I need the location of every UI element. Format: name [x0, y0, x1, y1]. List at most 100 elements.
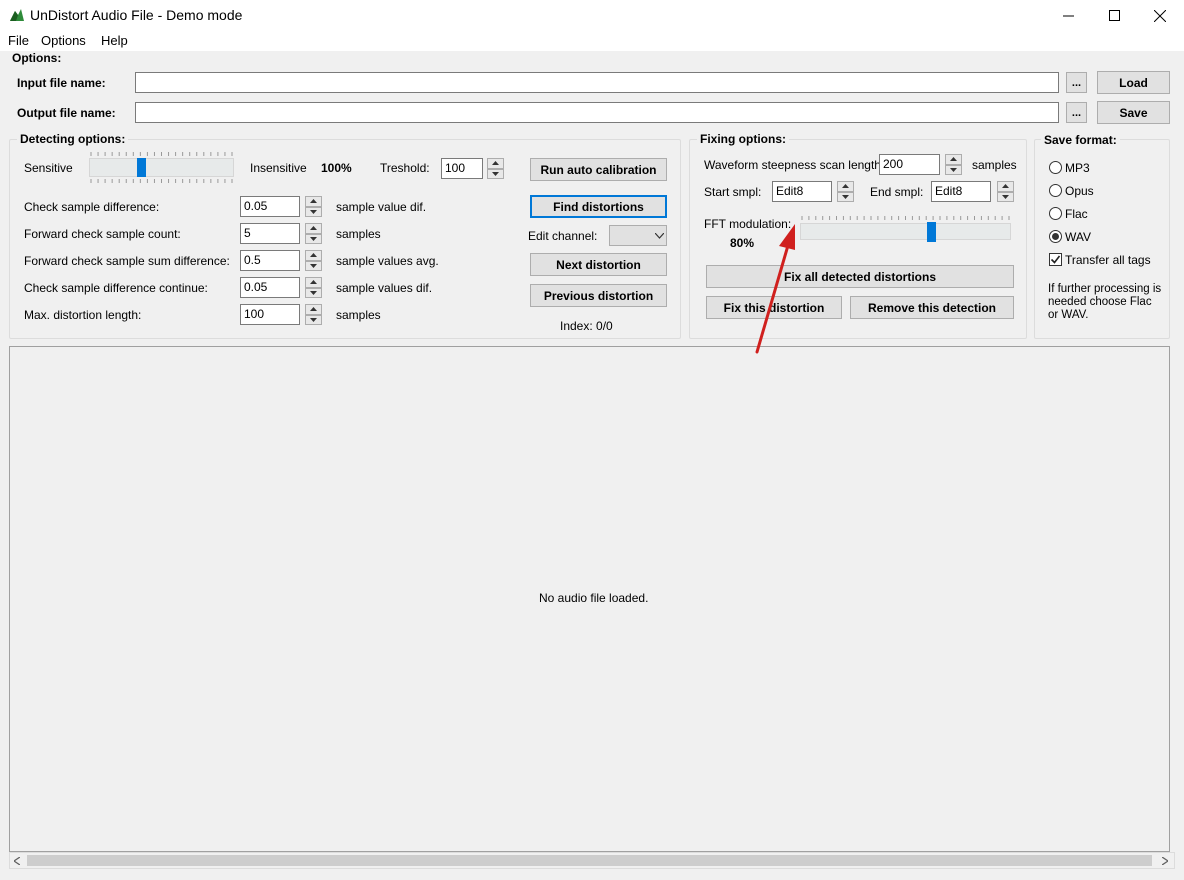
index-label: Index: 0/0	[560, 319, 613, 333]
format-radio-opus[interactable]	[1049, 184, 1062, 197]
edit-channel-select[interactable]	[609, 225, 667, 246]
save-format-note: If further processing is needed choose F…	[1048, 283, 1162, 321]
waveform-input[interactable]: 200	[879, 154, 940, 175]
start-smpl-input[interactable]: Edit8	[772, 181, 832, 202]
minimize-button[interactable]	[1045, 0, 1091, 31]
treshold-spinner[interactable]	[487, 158, 504, 179]
maximize-icon	[1108, 10, 1120, 21]
minimize-icon	[1062, 15, 1074, 17]
sensitive-label: Sensitive	[24, 161, 73, 175]
detect-row-unit: sample value dif.	[336, 200, 427, 214]
spin-up-icon[interactable]	[997, 181, 1014, 192]
format-radio-wav[interactable]	[1049, 230, 1062, 243]
find-distortions-button[interactable]: Find distortions	[530, 195, 667, 218]
sensitivity-thumb[interactable]	[136, 158, 146, 177]
spin-up-icon[interactable]	[945, 154, 962, 165]
input-browse-button[interactable]: ...	[1066, 72, 1087, 93]
save-format-label: Save format:	[1041, 133, 1120, 147]
detect-row-spinner[interactable]	[305, 304, 322, 325]
menu-help[interactable]: Help	[101, 33, 128, 48]
detect-row-label: Check sample difference:	[24, 200, 160, 214]
spin-down-icon[interactable]	[487, 168, 504, 179]
detect-row-spinner[interactable]	[305, 196, 322, 217]
output-file-label: Output file name:	[17, 106, 116, 120]
detect-row-input[interactable]: 0.5	[240, 250, 300, 271]
spin-down-icon[interactable]	[997, 191, 1014, 202]
remove-this-detection-button[interactable]: Remove this detection	[850, 296, 1014, 319]
detect-row-input[interactable]: 0.05	[240, 277, 300, 298]
no-audio-message: No audio file loaded.	[539, 591, 649, 605]
fft-modulation-slider[interactable]	[800, 216, 1011, 248]
options-group-label: Options:	[12, 51, 62, 65]
edit-channel-label: Edit channel:	[528, 229, 598, 243]
sensitivity-slider[interactable]	[89, 152, 234, 184]
spin-up-icon[interactable]	[305, 277, 322, 288]
detect-row-input[interactable]: 100	[240, 304, 300, 325]
format-radio-flac[interactable]	[1049, 207, 1062, 220]
spin-down-icon[interactable]	[305, 287, 322, 298]
detect-row-label: Max. distortion length:	[24, 308, 142, 322]
treshold-input[interactable]: 100	[441, 158, 483, 179]
spin-up-icon[interactable]	[305, 223, 322, 234]
scroll-thumb[interactable]	[27, 855, 1152, 866]
input-file-label: Input file name:	[17, 76, 106, 90]
detect-row-unit: samples	[336, 227, 381, 241]
format-label-mp3: MP3	[1065, 161, 1090, 175]
detect-row-spinner[interactable]	[305, 223, 322, 244]
format-label-opus: Opus	[1065, 184, 1094, 198]
detect-row-spinner[interactable]	[305, 277, 322, 298]
load-button[interactable]: Load	[1097, 71, 1170, 94]
detect-row-input[interactable]: 0.05	[240, 196, 300, 217]
menu-file[interactable]: File	[8, 33, 29, 48]
close-button[interactable]	[1137, 0, 1183, 31]
transfer-tags-label: Transfer all tags	[1065, 253, 1151, 267]
detect-row-spinner[interactable]	[305, 250, 322, 271]
format-label-flac: Flac	[1065, 207, 1088, 221]
window-title: UnDistort Audio File - Demo mode	[30, 7, 243, 23]
output-browse-button[interactable]: ...	[1066, 102, 1087, 123]
output-file-field[interactable]	[135, 102, 1059, 123]
previous-distortion-button[interactable]: Previous distortion	[530, 284, 667, 307]
run-auto-calibration-button[interactable]: Run auto calibration	[530, 158, 667, 181]
spin-up-icon[interactable]	[305, 250, 322, 261]
transfer-tags-checkbox[interactable]	[1049, 253, 1062, 266]
fixing-options-label: Fixing options:	[697, 132, 789, 146]
next-distortion-button[interactable]: Next distortion	[530, 253, 667, 276]
spin-up-icon[interactable]	[837, 181, 854, 192]
fft-thumb[interactable]	[927, 222, 937, 242]
maximize-button[interactable]	[1091, 0, 1137, 31]
end-smpl-spinner[interactable]	[997, 181, 1014, 202]
menu-bar	[0, 31, 1184, 51]
waveform-label: Waveform steepness scan length:	[704, 158, 885, 172]
format-radio-mp3[interactable]	[1049, 161, 1062, 174]
spin-up-icon[interactable]	[487, 158, 504, 169]
insensitive-label: Insensitive	[250, 161, 307, 175]
detect-row-unit: samples	[336, 308, 381, 322]
end-smpl-label: End smpl:	[870, 185, 924, 199]
waveform-spinner[interactable]	[945, 154, 962, 175]
detect-row-label: Forward check sample sum difference:	[24, 254, 230, 268]
scroll-left-icon[interactable]	[14, 857, 20, 865]
scroll-right-icon[interactable]	[1162, 857, 1168, 865]
chevron-down-icon	[655, 233, 664, 239]
sensitivity-ticks-top	[90, 152, 233, 156]
save-button[interactable]: Save	[1097, 101, 1170, 124]
sensitivity-value: 100%	[321, 161, 352, 175]
input-file-field[interactable]	[135, 72, 1059, 93]
spin-up-icon[interactable]	[305, 304, 322, 315]
start-smpl-spinner[interactable]	[837, 181, 854, 202]
spin-down-icon[interactable]	[305, 206, 322, 217]
detect-row-unit: sample values avg.	[336, 254, 439, 268]
spin-down-icon[interactable]	[305, 314, 322, 325]
spin-down-icon[interactable]	[837, 191, 854, 202]
horizontal-scrollbar[interactable]	[9, 852, 1175, 869]
end-smpl-input[interactable]: Edit8	[931, 181, 991, 202]
spin-down-icon[interactable]	[945, 164, 962, 175]
fft-ticks	[801, 216, 1010, 220]
menu-options[interactable]: Options	[41, 33, 86, 48]
spin-down-icon[interactable]	[305, 233, 322, 244]
sensitivity-ticks-bottom	[90, 179, 233, 183]
detect-row-input[interactable]: 5	[240, 223, 300, 244]
spin-down-icon[interactable]	[305, 260, 322, 271]
spin-up-icon[interactable]	[305, 196, 322, 207]
